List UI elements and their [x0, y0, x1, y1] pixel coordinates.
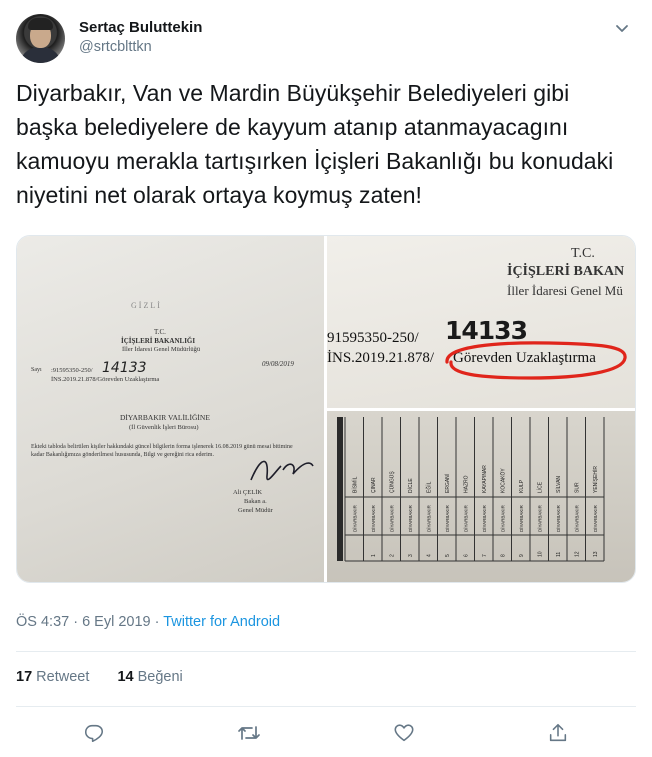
table-district-label: KAYAPINAR	[482, 465, 488, 493]
zoom-sayi: 91595350-250/	[327, 330, 419, 346]
table-district-label: SİLVAN	[555, 476, 562, 493]
table-row-number: 6	[463, 554, 469, 557]
heart-icon	[394, 724, 414, 742]
table-district-label: SUR	[574, 482, 580, 493]
table-row-number: 5	[445, 554, 451, 557]
table-province-label: DİYARBAKIR	[462, 504, 468, 532]
avatar[interactable]	[16, 14, 65, 63]
doc-handwritten-number: 14133	[102, 360, 147, 376]
retweet-label: Retweet	[36, 669, 90, 685]
tweet-text: Diyarbakır, Van ve Mardin Büyükşehir Bel…	[16, 80, 614, 208]
table-photo[interactable]: BİSMİL DİYARBAKIR 1 ÇINAR DİYARBAKIR 2 ÇÜNGÜŞ D…	[327, 411, 635, 582]
table-district-label: HAZRO	[463, 475, 469, 493]
table-province-label: DİYARBAKIR	[351, 504, 357, 532]
tweet-media[interactable]: GİZLİ T.C. İÇİŞLERİ BAKANLIĞI İller İdar…	[16, 235, 636, 583]
doc-signer-title2: Genel Müdür	[238, 507, 273, 514]
document-photo[interactable]: GİZLİ T.C. İÇİŞLERİ BAKANLIĞI İller İdar…	[17, 236, 324, 582]
table-province-label: DİYARBAKIR	[388, 504, 394, 532]
table-row-number: 4	[426, 554, 432, 557]
table-province-label: DİYARBAKIR	[425, 504, 431, 532]
doc-signer-title1: Bakan a.	[244, 498, 267, 505]
table-district-label: KULP	[519, 479, 525, 493]
table-row-number: 3	[408, 554, 414, 557]
table-row-number: 1	[371, 554, 377, 557]
retweet-icon	[238, 726, 260, 740]
table-province-label: DİYARBAKIR	[444, 504, 450, 532]
tweet-header: Sertaç Buluttekin @srtcblttkn	[16, 14, 636, 64]
like-button[interactable]	[389, 718, 419, 748]
table-district-label: ERGANİ	[444, 474, 451, 493]
share-button[interactable]	[543, 718, 573, 748]
doc-sayi-label: Sayı	[31, 367, 42, 373]
table-district-label: YENİŞEHİR	[592, 466, 599, 493]
tweet-stats: 17 Retweet 14 Beğeni	[16, 669, 183, 685]
tweet-source-link[interactable]: Twitter for Android	[163, 614, 280, 630]
doc-ministry: İÇİŞLERİ BAKANLIĞI	[121, 337, 196, 345]
retweet-button[interactable]	[234, 718, 264, 748]
document-zoom-photo[interactable]: T.C. İÇİŞLERİ BAKAN İller İdaresi Genel …	[327, 236, 635, 408]
divider-bottom	[16, 706, 636, 707]
red-highlight-ellipse	[445, 341, 627, 380]
user-name[interactable]: Sertaç Buluttekin	[79, 19, 202, 36]
table-district-label: DİCLE	[407, 478, 414, 493]
like-count: 14	[117, 669, 134, 685]
reply-button[interactable]	[79, 718, 109, 748]
table-province-label: DİYARBAKIR	[536, 504, 542, 532]
reply-icon	[84, 724, 104, 743]
doc-recipient: DİYARBAKIR VALİLİĞİNE	[120, 413, 210, 422]
doc-tc: T.C.	[154, 328, 166, 336]
table-row-number: 7	[482, 554, 488, 557]
doc-department: İller İdaresi Genel Müdürlüğü	[122, 346, 201, 353]
signature-mark	[250, 460, 314, 481]
doc-recipient-sub: (İl Güvenlik İşleri Bürosu)	[129, 424, 199, 431]
table-row-number: 10	[537, 551, 543, 557]
table-district-label: ÇINAR	[371, 477, 377, 493]
zoom-ministry: İÇİŞLERİ BAKAN	[507, 264, 625, 279]
table-left-margin	[337, 417, 343, 561]
table-row-number: 13	[593, 551, 599, 557]
zoom-tc: T.C.	[571, 246, 595, 261]
table-district-label: ÇÜNGÜŞ	[388, 471, 395, 493]
table-province-label: DİYARBAKIR	[407, 504, 413, 532]
table-row-number: 2	[389, 554, 395, 557]
doc-reference: İNS.2019.21.878/Görevden Uzaklaştırma	[51, 376, 160, 383]
district-table: BİSMİL DİYARBAKIR 1 ÇINAR DİYARBAKIR 2 ÇÜNGÜŞ D…	[337, 417, 605, 562]
doc-date: 09/08/2019	[262, 360, 294, 368]
table-district-label: BİSMİL	[351, 476, 358, 493]
table-province-label: DİYARBAKIR	[518, 504, 524, 532]
chevron-down-icon[interactable]	[612, 18, 632, 38]
table-province-label: DİYARBAKIR	[573, 504, 579, 532]
table-row-number: 8	[500, 554, 506, 557]
zoom-ref-prefix: İNS.2019.21.878/	[327, 350, 435, 366]
retweet-count: 17	[16, 669, 33, 685]
table-district-label: EĞİL	[425, 481, 432, 493]
like-label: Beğeni	[137, 669, 183, 685]
retweet-stat[interactable]: 17 Retweet	[16, 669, 89, 685]
tweet-meta: ÖS 4:37 · 6 Eyl 2019 · Twitter for Andro…	[16, 614, 280, 630]
doc-sayi-value: :91595350-250/	[51, 367, 93, 374]
tweet-actions	[0, 718, 652, 748]
doc-classification: GİZLİ	[131, 301, 162, 310]
table-district-label: KOCAKÖY	[499, 468, 506, 493]
table-province-label: DİYARBAKIR	[592, 504, 598, 532]
like-stat[interactable]: 14 Beğeni	[117, 669, 182, 685]
table-province-label: DİYARBAKIR	[499, 504, 505, 532]
zoom-department: İller İdaresi Genel Mü	[507, 283, 623, 298]
divider-top	[16, 651, 636, 652]
doc-signer-name: Ali ÇELİK	[233, 489, 263, 496]
table-province-label: DİYARBAKIR	[370, 504, 376, 532]
table-row-number: 12	[574, 551, 580, 557]
table-row-number: 9	[519, 554, 525, 557]
table-district-label: LİCE	[536, 481, 543, 493]
table-row-number: 11	[556, 552, 562, 557]
tweet-timestamp[interactable]: ÖS 4:37 · 6 Eyl 2019 ·	[16, 614, 163, 630]
share-icon	[549, 723, 567, 742]
user-handle[interactable]: @srtcblttkn	[79, 39, 152, 55]
table-province-label: DİYARBAKIR	[481, 504, 487, 532]
table-province-label: DİYARBAKIR	[555, 504, 561, 532]
